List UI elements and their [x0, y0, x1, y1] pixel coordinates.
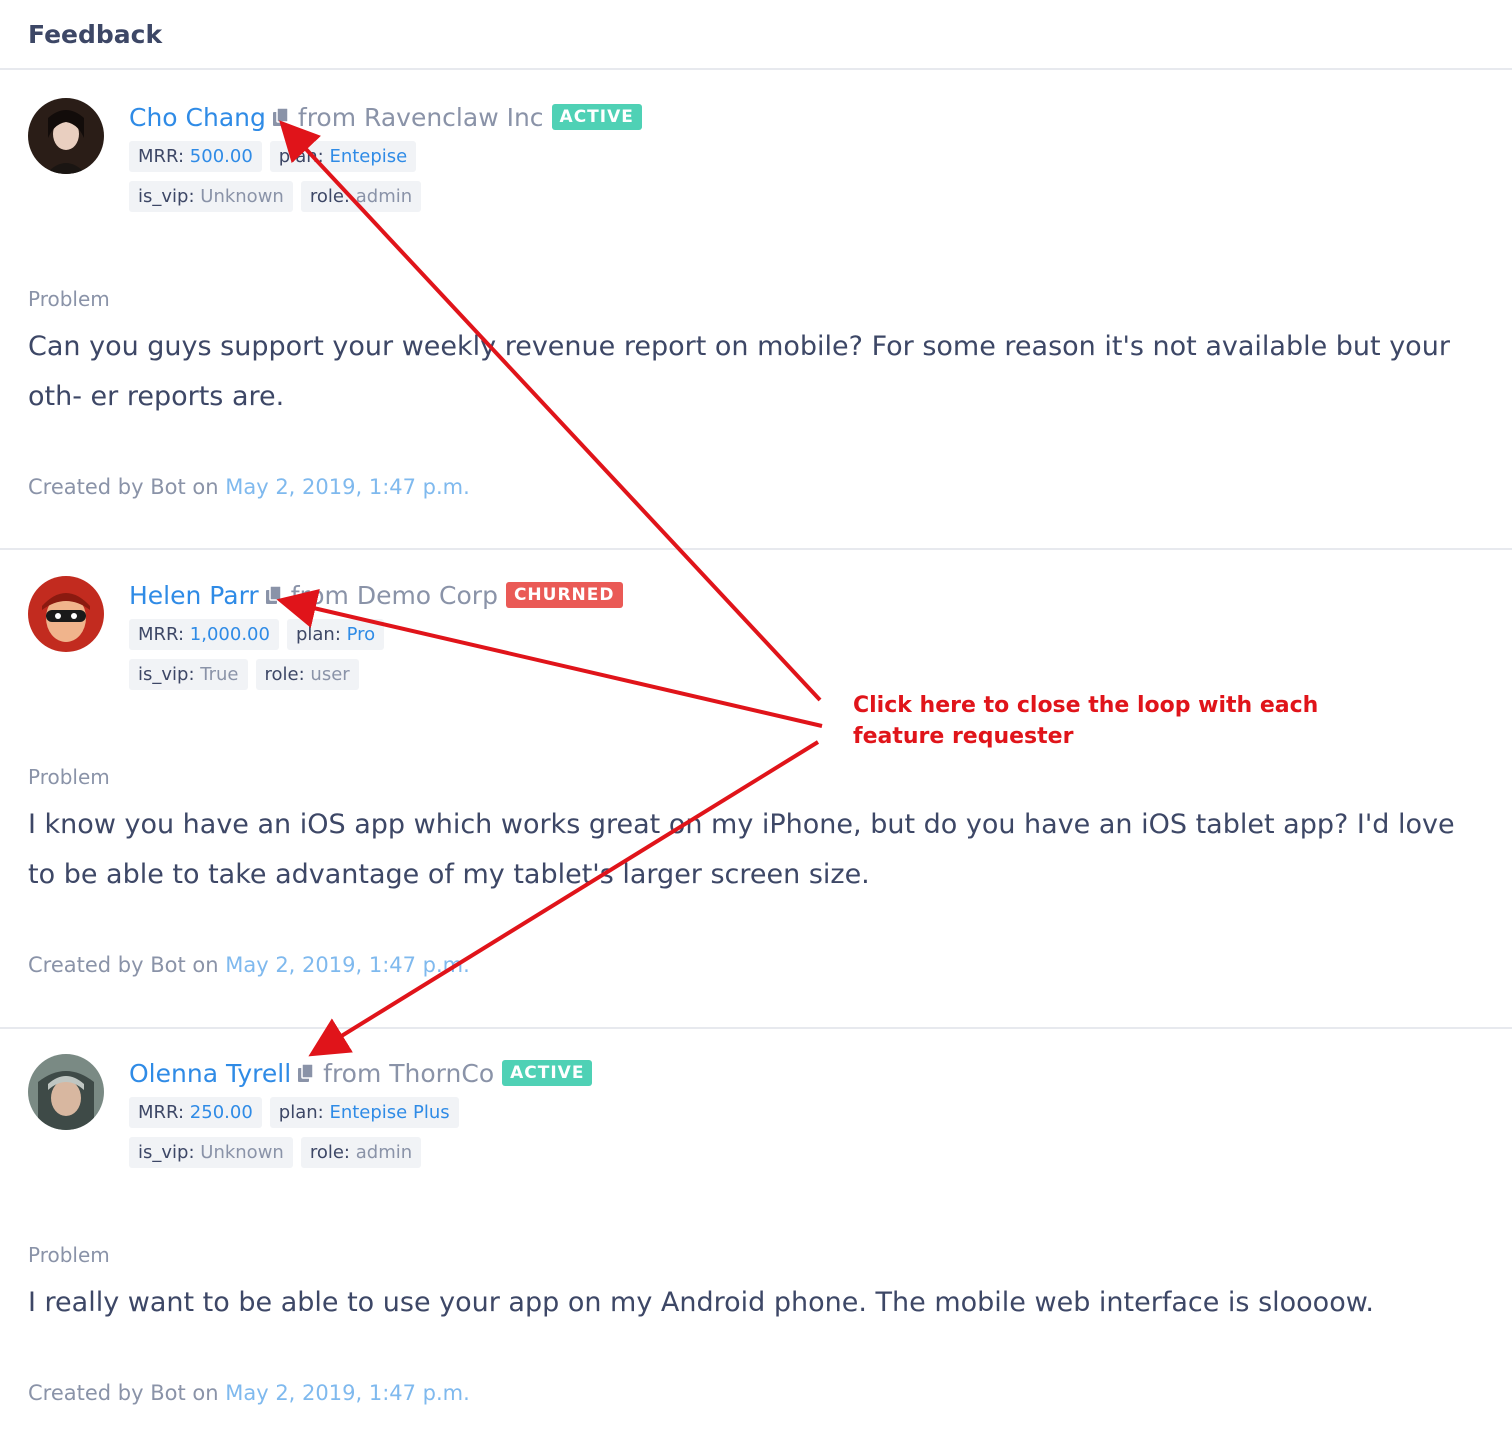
arrow-to-first-copy-icon: [279, 120, 822, 702]
arrow-to-second-copy-icon: [276, 588, 823, 728]
annotation-callout: Click here to close the loop with each f…: [853, 693, 1319, 749]
arrow-to-third-copy-icon: [308, 740, 820, 1057]
